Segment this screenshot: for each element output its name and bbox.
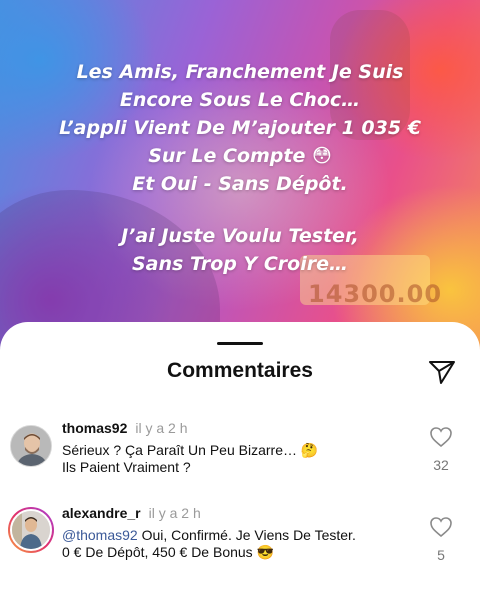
- avatar-photo: [11, 426, 51, 466]
- avatar-photo: [12, 511, 50, 549]
- post-image: 14300.00 Les Amis, Franchement Je Suis E…: [0, 0, 480, 360]
- caption-line: Et Oui - Sans Dépôt.: [132, 173, 348, 195]
- caption-line: L’appli Vient De M’ajouter 1 035 €: [59, 117, 421, 139]
- username[interactable]: alexandre_r: [62, 505, 141, 521]
- like-count: 32: [433, 457, 449, 473]
- send-icon[interactable]: [428, 359, 456, 385]
- comment-line: 0 € De Dépôt, 450 € De Bonus 😎: [62, 544, 275, 560]
- comment-text: Sérieux ? Ça Paraît Un Peu Bizarre… 🤔 Il…: [62, 442, 318, 476]
- avatar: [10, 509, 52, 551]
- sheet-title: Commentaires: [167, 359, 313, 382]
- jackpot-amount: 14300.00: [308, 280, 443, 308]
- mention-link[interactable]: @thomas92: [62, 527, 138, 543]
- comment-line: Oui, Confirmé. Je Viens De Tester.: [137, 527, 356, 543]
- caption-line: Encore Sous Le Choc…: [119, 89, 361, 111]
- username[interactable]: thomas92: [62, 420, 127, 436]
- post-caption: Les Amis, Franchement Je Suis Encore Sou…: [0, 58, 480, 278]
- caption-line: J’ai Juste Voulu Tester,: [121, 225, 359, 247]
- timestamp: il y a 2 h: [135, 420, 188, 436]
- caption-line: Sans Trop Y Croire…: [132, 253, 348, 275]
- comment-text: @thomas92 Oui, Confirmé. Je Viens De Tes…: [62, 527, 356, 561]
- avatar[interactable]: [10, 425, 52, 467]
- timestamp: il y a 2 h: [148, 505, 201, 521]
- caption-line: Sur Le Compte 😳: [148, 145, 332, 167]
- drag-handle[interactable]: [217, 342, 263, 345]
- comment-line: Ils Paient Vraiment ?: [62, 459, 191, 475]
- comment-line: Sérieux ? Ça Paraît Un Peu Bizarre… 🤔: [62, 442, 319, 458]
- heart-icon[interactable]: [429, 426, 453, 448]
- comment-meta: thomas92 il y a 2 h: [62, 420, 188, 436]
- avatar-story-ring[interactable]: [8, 507, 54, 553]
- like-count: 5: [437, 547, 445, 563]
- heart-icon[interactable]: [429, 516, 453, 538]
- comment-meta: alexandre_r il y a 2 h: [62, 505, 201, 521]
- caption-line: Les Amis, Franchement Je Suis: [76, 61, 404, 83]
